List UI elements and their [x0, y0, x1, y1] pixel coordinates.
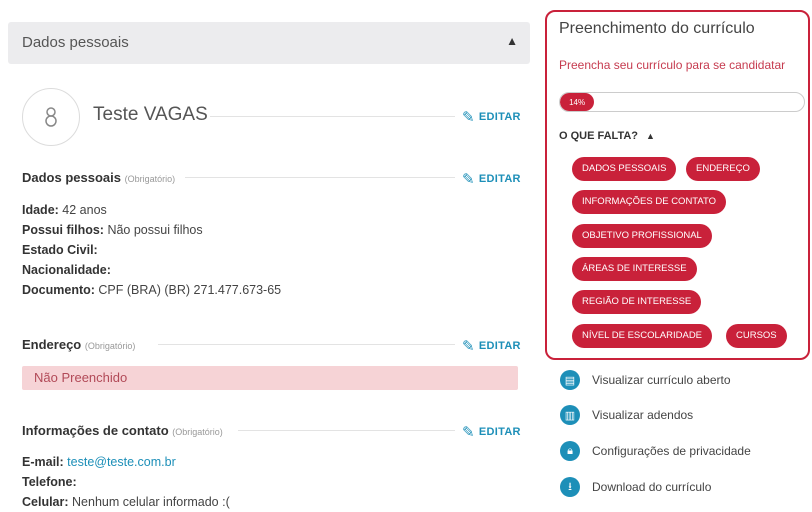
missing-tag-objetivo-profissional[interactable]: OBJETIVO PROFISSIONAL [572, 224, 712, 248]
contato-title: Informações de contato [22, 423, 169, 438]
info-row-nacionalidade: Nacionalidade: [22, 263, 111, 277]
info-row-email: E-mail: teste@teste.com.br [22, 455, 176, 469]
endereco-title: Endereço [22, 337, 82, 352]
divider [185, 177, 455, 178]
view-addenda-link[interactable]: ▥ Visualizar adendos [560, 405, 693, 425]
email-link[interactable]: teste@teste.com.br [67, 455, 176, 469]
edit-profile-button[interactable]: ✎ EDITAR [462, 108, 521, 126]
edit-label: EDITAR [478, 426, 521, 438]
download-resume-link[interactable]: ⭳ Download do currículo [560, 477, 711, 497]
missing-toggle[interactable]: O QUE FALTA? ▲ [559, 130, 655, 142]
missing-tag-cursos[interactable]: CURSOS [726, 324, 787, 348]
info-row-estado-civil: Estado Civil: [22, 243, 98, 257]
chevron-up-icon[interactable]: ▲ [506, 34, 518, 48]
completion-progress-bar: 14% [559, 92, 805, 112]
document-icon: ▤ [560, 370, 580, 390]
download-icon: ⭳ [560, 477, 580, 497]
view-open-resume-link[interactable]: ▤ Visualizar currículo aberto [560, 370, 731, 390]
missing-tag-nivel-escolaridade[interactable]: NÍVEL DE ESCOLARIDADE [572, 324, 713, 348]
info-row-filhos: Possui filhos: Não possui filhos [22, 223, 203, 237]
edit-label: EDITAR [478, 111, 521, 123]
edit-label: EDITAR [478, 340, 521, 352]
divider [210, 116, 455, 117]
personal-data-accordion[interactable]: Dados pessoais ▲ [8, 22, 530, 64]
chevron-up-icon: ▲ [646, 131, 655, 141]
pencil-icon: ✎ [462, 338, 475, 355]
required-label: (Obrigatório) [84, 341, 136, 351]
missing-tag-regiao-interesse[interactable]: REGIÃO DE INTERESSE [572, 290, 702, 314]
pencil-icon: ✎ [462, 171, 475, 188]
edit-dados-pessoais-button[interactable]: ✎ EDITAR [462, 170, 521, 188]
edit-endereco-button[interactable]: ✎ EDITAR [462, 337, 521, 355]
pencil-icon: ✎ [462, 424, 475, 441]
completion-subtitle: Preencha seu currículo para se candidata… [559, 58, 786, 72]
missing-title: O QUE FALTA? [559, 130, 639, 142]
info-row-celular: Celular: Nenhum celular informado :( [22, 495, 230, 509]
missing-tag-dados-pessoais[interactable]: DADOS PESSOAIS [572, 157, 677, 181]
missing-tag-areas-interesse[interactable]: ÁREAS DE INTERESSE [572, 257, 697, 281]
edit-contato-button[interactable]: ✎ EDITAR [462, 423, 521, 441]
avatar-icon [22, 88, 80, 146]
lock-icon: 🔒︎ [560, 441, 580, 461]
dados-pessoais-heading: Dados pessoais (Obrigatório) [22, 170, 175, 185]
progress-fill: 14% [560, 93, 595, 111]
completion-title: Preenchimento do currículo [559, 20, 755, 37]
info-row-idade: Idade: 42 anos [22, 203, 107, 217]
attachment-icon: ▥ [560, 405, 580, 425]
required-label: (Obrigatório) [172, 427, 223, 437]
privacy-settings-link[interactable]: 🔒︎ Configurações de privacidade [560, 441, 751, 461]
info-row-telefone: Telefone: [22, 475, 77, 489]
missing-tag-endereco[interactable]: ENDEREÇO [686, 157, 760, 181]
contato-heading: Informações de contato (Obrigatório) [22, 423, 223, 438]
personal-info-list: Idade: 42 anos Possui filhos: Não possui… [22, 200, 281, 300]
contact-info-list: E-mail: teste@teste.com.br Telefone: Cel… [22, 452, 230, 512]
divider [238, 430, 455, 431]
pencil-icon: ✎ [462, 109, 475, 126]
required-label: (Obrigatório) [124, 174, 176, 184]
accordion-title: Dados pessoais [22, 34, 129, 51]
info-row-documento: Documento: CPF (BRA) (BR) 271.477.673-65 [22, 283, 282, 297]
profile-name: Teste VAGAS [93, 104, 208, 125]
edit-label: EDITAR [478, 173, 521, 185]
divider [158, 344, 455, 345]
dados-pessoais-title: Dados pessoais [22, 170, 121, 185]
endereco-heading: Endereço (Obrigatório) [22, 337, 135, 352]
missing-tag-informacoes-contato[interactable]: INFORMAÇÕES DE CONTATO [572, 190, 727, 214]
endereco-empty-alert: Não Preenchido [22, 366, 518, 390]
